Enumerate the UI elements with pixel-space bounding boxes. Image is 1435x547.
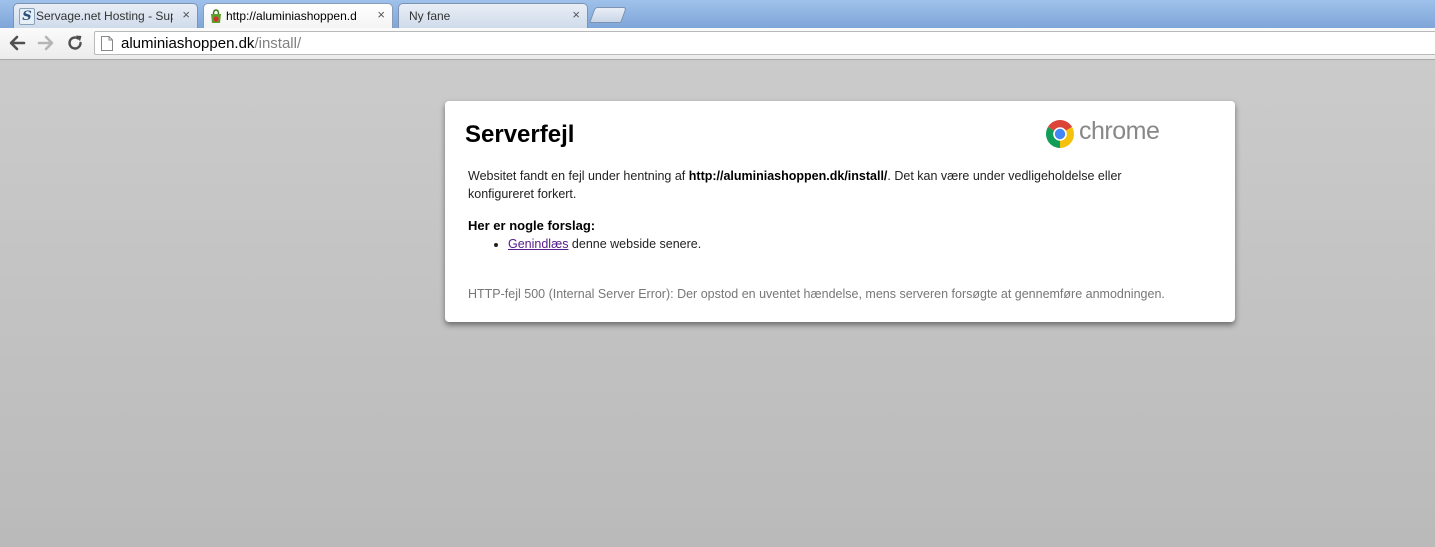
tab-title: http://aluminiashoppen.d bbox=[226, 9, 357, 23]
suggestions-list: Genindlæs denne webside senere. bbox=[468, 237, 701, 251]
page-title: Serverfejl bbox=[465, 121, 575, 148]
chrome-logo-icon bbox=[1046, 120, 1074, 148]
reload-icon[interactable] bbox=[65, 33, 85, 53]
reload-rest: denne webside senere. bbox=[568, 237, 702, 251]
new-tab-button[interactable] bbox=[589, 7, 627, 23]
back-arrow-icon[interactable] bbox=[7, 33, 27, 53]
desc-before: Websitet fandt en fejl under hentning af bbox=[468, 169, 689, 183]
close-icon[interactable]: × bbox=[182, 7, 190, 23]
error-card: Serverfejl chrome Websitet fandt en fejl… bbox=[445, 101, 1235, 322]
tab-servage[interactable]: S Servage.net Hosting - Sup × bbox=[13, 3, 198, 28]
tab-strip: S Servage.net Hosting - Sup × http://alu… bbox=[0, 0, 1435, 28]
error-description: Websitet fandt en fejl under hentning af… bbox=[468, 167, 1188, 203]
chrome-logo: chrome bbox=[1045, 117, 1185, 151]
tab-title: Servage.net Hosting - Sup bbox=[36, 9, 173, 23]
close-icon[interactable]: × bbox=[572, 7, 580, 23]
page-content: Serverfejl chrome Websitet fandt en fejl… bbox=[0, 60, 1435, 547]
tab-aluminiashoppen[interactable]: http://aluminiashoppen.d × bbox=[203, 3, 393, 28]
desc-url: http://aluminiashoppen.dk/install/ bbox=[688, 169, 888, 183]
error-code: HTTP-fejl 500 (Internal Server Error): D… bbox=[468, 287, 1165, 301]
forward-arrow-icon[interactable] bbox=[36, 33, 56, 53]
servage-s-icon: S bbox=[19, 8, 35, 25]
url-path: /install/ bbox=[254, 35, 302, 52]
page-icon bbox=[101, 36, 113, 51]
suggestions-heading: Her er nogle forslag: bbox=[468, 218, 596, 233]
url-text: aluminiashoppen.dk/install/ bbox=[121, 35, 301, 52]
toolbar: aluminiashoppen.dk/install/ bbox=[0, 28, 1435, 60]
tab-title: Ny fane bbox=[409, 9, 451, 23]
reload-link[interactable]: Genindlæs bbox=[508, 237, 568, 251]
shop-bag-icon bbox=[211, 9, 221, 23]
chrome-wordmark: chrome bbox=[1079, 117, 1160, 145]
close-icon[interactable]: × bbox=[377, 7, 385, 23]
url-host: aluminiashoppen.dk bbox=[121, 35, 255, 52]
list-item: Genindlæs denne webside senere. bbox=[508, 237, 701, 251]
address-bar[interactable]: aluminiashoppen.dk/install/ bbox=[94, 31, 1435, 55]
tab-ny-fane[interactable]: Ny fane × bbox=[398, 3, 588, 28]
